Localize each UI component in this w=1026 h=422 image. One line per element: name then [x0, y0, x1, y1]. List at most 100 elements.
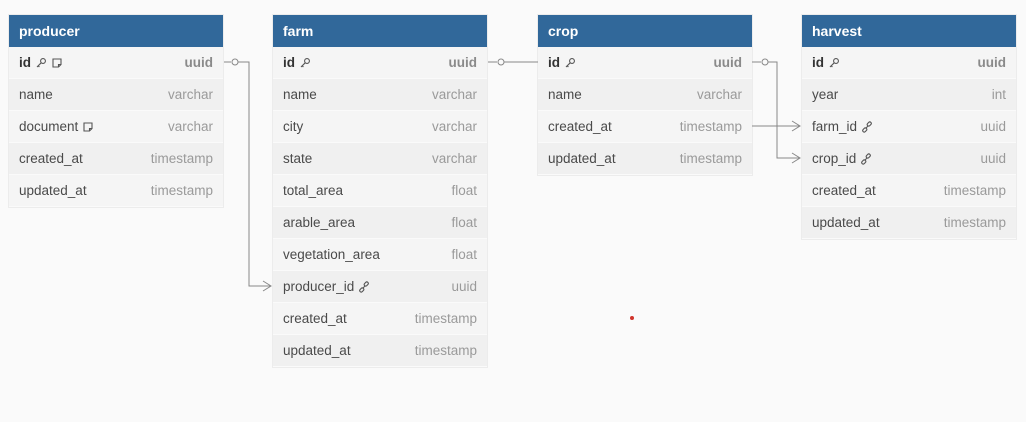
column-row-id[interactable]: id uuid [273, 47, 487, 79]
column-row-name[interactable]: name varchar [273, 79, 487, 111]
column-name: total_area [283, 183, 343, 198]
column-type: float [451, 247, 477, 262]
column-name-text: id [19, 55, 31, 70]
column-name: city [283, 119, 303, 134]
column-type: varchar [431, 151, 477, 166]
column-row-name[interactable]: name varchar [538, 79, 752, 111]
column-row-created-at[interactable]: created_at timestamp [273, 303, 487, 335]
link-icon [860, 152, 872, 165]
column-name: id [19, 55, 63, 70]
column-row-id[interactable]: id uuid [538, 47, 752, 79]
column-row-id[interactable]: id uuid [9, 47, 223, 79]
column-type: uuid [184, 55, 214, 70]
key-icon [564, 57, 576, 69]
column-type: uuid [977, 55, 1007, 70]
column-name: vegetation_area [283, 247, 380, 262]
column-name: created_at [283, 311, 347, 326]
column-name: id [812, 55, 840, 70]
column-row-created-at[interactable]: created_at timestamp [802, 175, 1016, 207]
column-name: name [19, 87, 53, 102]
column-row-arable-area[interactable]: arable_area float [273, 207, 487, 239]
note-icon [82, 121, 94, 133]
column-name: arable_area [283, 215, 355, 230]
column-type: float [451, 183, 477, 198]
key-icon [299, 57, 311, 69]
table-header[interactable]: crop [538, 15, 752, 47]
column-type: timestamp [414, 311, 477, 326]
column-name: updated_at [19, 183, 87, 198]
column-name-text: id [548, 55, 560, 70]
column-name: document [19, 119, 94, 134]
relationship-farm-crop[interactable] [488, 58, 538, 66]
column-type: timestamp [679, 151, 742, 166]
column-name: created_at [19, 151, 83, 166]
column-name: state [283, 151, 312, 166]
key-icon [828, 57, 840, 69]
column-name: updated_at [812, 215, 880, 230]
column-name-text: arable_area [283, 215, 356, 230]
column-name-text: state [283, 151, 313, 166]
column-row-city[interactable]: city varchar [273, 111, 487, 143]
diagram-canvas: producer id uuid name varchar document varcha… [0, 0, 1026, 422]
column-name-text: id [283, 55, 295, 70]
table-header[interactable]: farm [273, 15, 487, 47]
column-row-updated-at[interactable]: updated_at timestamp [273, 335, 487, 367]
column-name-text: farm_id [812, 119, 858, 134]
column-type: uuid [713, 55, 743, 70]
column-row-name[interactable]: name varchar [9, 79, 223, 111]
column-type: uuid [980, 119, 1006, 134]
link-icon [861, 120, 873, 133]
table-harvest[interactable]: harvest id uuid year int farm_id uuid crop_id u… [802, 15, 1016, 239]
column-name-text: name [283, 87, 317, 102]
column-name: farm_id [812, 119, 873, 134]
column-name: name [283, 87, 317, 102]
table-header[interactable]: harvest [802, 15, 1016, 47]
column-type: varchar [167, 87, 213, 102]
column-row-updated-at[interactable]: updated_at timestamp [9, 175, 223, 207]
column-name-text: city [283, 119, 304, 134]
column-row-producer-id[interactable]: producer_id uuid [273, 271, 487, 303]
table-header[interactable]: producer [9, 15, 223, 47]
column-row-year[interactable]: year int [802, 79, 1016, 111]
column-name: crop_id [812, 151, 872, 166]
column-name: producer_id [283, 279, 370, 294]
column-name-text: updated_at [283, 343, 351, 358]
column-name-text: created_at [19, 151, 83, 166]
column-name: created_at [812, 183, 876, 198]
column-row-vegetation-area[interactable]: vegetation_area float [273, 239, 487, 271]
column-name: created_at [548, 119, 612, 134]
relationship-producer-farm[interactable] [224, 58, 272, 292]
column-name-text: vegetation_area [283, 247, 380, 262]
table-producer[interactable]: producer id uuid name varchar document varcha… [9, 15, 223, 207]
column-row-created-at[interactable]: created_at timestamp [9, 143, 223, 175]
column-name-text: updated_at [548, 151, 616, 166]
column-name: updated_at [283, 343, 351, 358]
column-name-text: document [19, 119, 79, 134]
relationship-crop-harvest[interactable] [752, 58, 801, 164]
column-row-farm-id[interactable]: farm_id uuid [802, 111, 1016, 143]
table-farm[interactable]: farm id uuid name varchar city varchar state va… [273, 15, 487, 367]
column-row-document[interactable]: document varchar [9, 111, 223, 143]
column-row-created-at[interactable]: created_at timestamp [538, 111, 752, 143]
column-name-text: id [812, 55, 824, 70]
column-row-updated-at[interactable]: updated_at timestamp [538, 143, 752, 175]
table-crop[interactable]: crop id uuid name varchar created_at timestam… [538, 15, 752, 175]
column-name: id [548, 55, 576, 70]
key-icon [35, 57, 47, 69]
column-name-text: created_at [812, 183, 876, 198]
column-row-updated-at[interactable]: updated_at timestamp [802, 207, 1016, 239]
column-type: varchar [431, 87, 477, 102]
column-type: varchar [167, 119, 213, 134]
column-type: uuid [451, 279, 477, 294]
column-name: name [548, 87, 582, 102]
column-name-text: crop_id [812, 151, 857, 166]
column-row-id[interactable]: id uuid [802, 47, 1016, 79]
column-name: id [283, 55, 311, 70]
column-row-state[interactable]: state varchar [273, 143, 487, 175]
column-name-text: created_at [548, 119, 612, 134]
relationship-farm-harvest[interactable] [752, 120, 801, 132]
column-row-crop-id[interactable]: crop_id uuid [802, 143, 1016, 175]
column-type: uuid [448, 55, 478, 70]
column-type: uuid [980, 151, 1006, 166]
column-row-total-area[interactable]: total_area float [273, 175, 487, 207]
